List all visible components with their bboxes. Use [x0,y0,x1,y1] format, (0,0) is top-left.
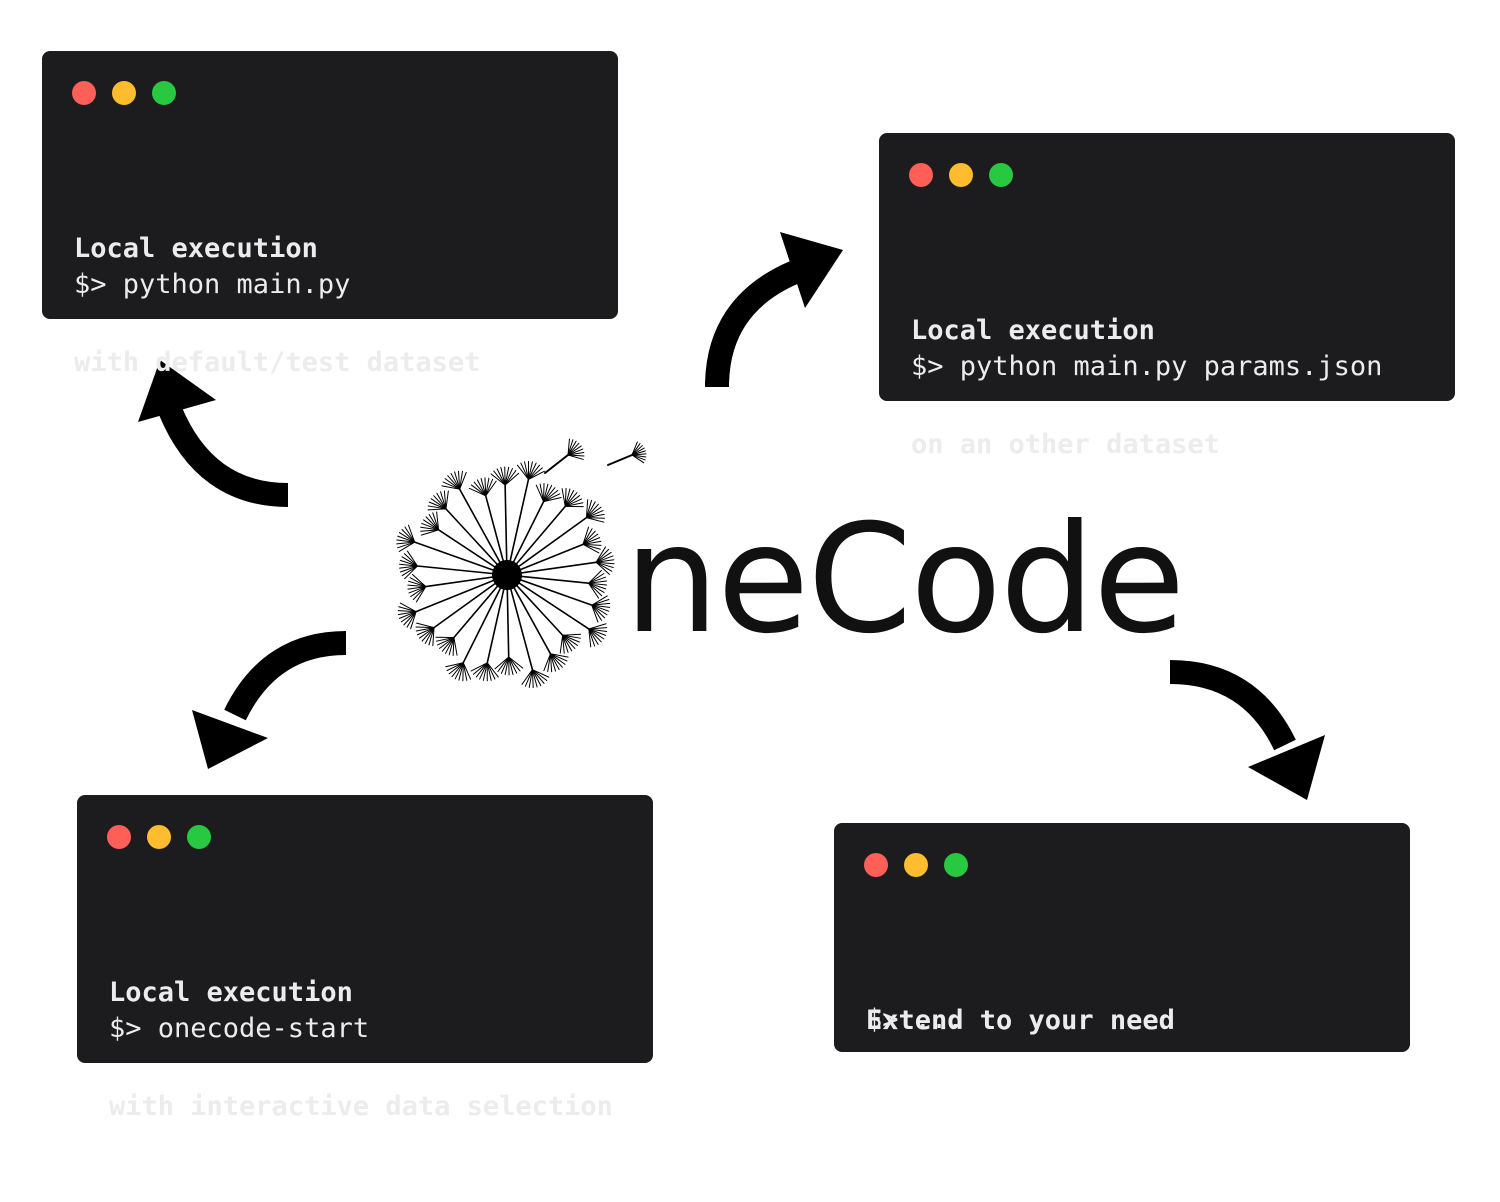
terminal-title: Local execution on an other dataset [911,236,1220,540]
terminal-title: Local execution with default/test datase… [74,154,480,458]
window-controls [909,163,1013,187]
terminal-title-line1: Local execution [109,974,613,1012]
terminal-window-interactive-selection: Local execution with interactive data se… [77,795,653,1063]
maximize-dot-icon[interactable] [944,853,968,877]
terminal-command: $> ... [866,1001,964,1039]
window-controls [107,825,211,849]
terminal-title-line2: with interactive data selection [109,1088,613,1126]
minimize-dot-icon[interactable] [904,853,928,877]
arrow-to-bottom-left-icon [192,643,346,769]
dandelion-icon [380,425,660,700]
close-dot-icon[interactable] [909,163,933,187]
terminal-title-line2: with default/test dataset [74,344,480,382]
terminal-window-default-dataset: Local execution with default/test datase… [42,51,618,319]
terminal-command: $> python main.py params.json [911,348,1382,386]
terminal-title: Local execution with interactive data se… [109,898,613,1202]
terminal-command: $> python main.py [74,266,350,304]
window-controls [72,81,176,105]
close-dot-icon[interactable] [72,81,96,105]
maximize-dot-icon[interactable] [989,163,1013,187]
terminal-title-line2: on an other dataset [911,426,1220,464]
terminal-command: $> onecode-start [109,1010,369,1048]
terminal-title-line1: Local execution [74,230,480,268]
arrow-to-bottom-right-icon [1170,672,1325,800]
arrow-to-top-right-icon [717,232,843,387]
close-dot-icon[interactable] [107,825,131,849]
close-dot-icon[interactable] [864,853,888,877]
terminal-title-line1: Local execution [911,312,1220,350]
minimize-dot-icon[interactable] [112,81,136,105]
terminal-window-extend: Extend to your need $> ... [834,823,1410,1052]
minimize-dot-icon[interactable] [147,825,171,849]
minimize-dot-icon[interactable] [949,163,973,187]
window-controls [864,853,968,877]
terminal-window-other-dataset: Local execution on an other dataset $> p… [879,133,1455,401]
maximize-dot-icon[interactable] [152,81,176,105]
maximize-dot-icon[interactable] [187,825,211,849]
